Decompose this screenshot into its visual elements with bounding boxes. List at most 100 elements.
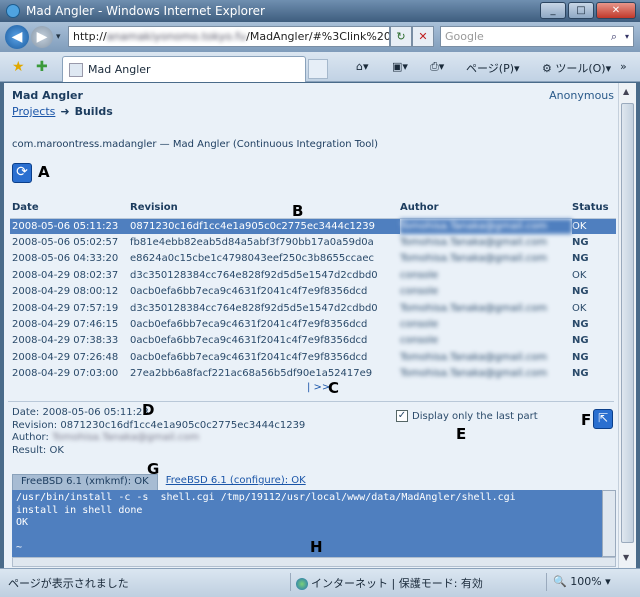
marker-a: A [38, 163, 50, 181]
scroll-down-icon[interactable]: ▼ [623, 553, 629, 562]
header-status[interactable]: Status [572, 198, 616, 219]
page-content: Mad Angler Anonymous Projects ➜ Builds c… [4, 83, 618, 568]
zoom-control[interactable]: 🔍 100% ▾ [553, 575, 611, 588]
cell-date: 2008-04-29 08:02:37 [12, 269, 119, 281]
window-title: Mad Angler - Windows Internet Explorer [26, 4, 265, 18]
refresh-builds-button[interactable]: ⟳ [12, 163, 32, 183]
header-author[interactable]: Author [400, 198, 572, 219]
table-row[interactable]: 2008-04-29 07:03:00 27ea2bb6a8facf221ac68… [10, 366, 616, 382]
cell-revision: d3c350128384cc764e828f92d5d5e1547d2cdbd0 [130, 302, 378, 314]
address-bar[interactable]: http:// anamakiyonomo.tokyo.fu /MadAngle… [68, 26, 390, 47]
cell-author: Tomohisa.Tanaka@gmail.com [400, 351, 548, 363]
cell-author: Tomohisa.Tanaka@gmail.com [400, 253, 548, 265]
print-icon[interactable]: ⎙▾ [430, 60, 444, 74]
app-name: Mad Angler [12, 89, 83, 102]
display-last-part-label: Display only the last part [412, 410, 538, 422]
close-window-button[interactable]: ✕ [596, 2, 636, 19]
chevron-right-icon[interactable]: » [620, 60, 627, 73]
pager-next-link[interactable]: | >> [307, 382, 330, 393]
breadcrumb-current: Builds [74, 105, 113, 118]
cell-author: Tomohisa.Tanaka@gmail.com [400, 237, 548, 249]
cell-revision: 0acb0efa6bb7eca9c4631f2041c4f7e9f8356dcd [130, 319, 368, 331]
popout-icon[interactable]: ⇱ [593, 409, 613, 429]
tab-mad-angler[interactable]: Mad Angler [62, 56, 306, 82]
home-icon[interactable]: ⌂▾ [356, 60, 369, 73]
status-bar: ページが表示されました インターネット | 保護モード: 有効 🔍 100% ▾ [0, 568, 640, 597]
forward-button[interactable]: ▶ [31, 26, 53, 48]
console-output[interactable]: /usr/bin/install -c -s shell.cgi /tmp/19… [12, 490, 602, 557]
favorites-star-icon[interactable]: ★ [12, 59, 25, 75]
build-detail: Date: 2008-05-06 05:11:23 Revision: 0871… [12, 407, 306, 456]
table-row[interactable]: 2008-04-29 07:57:19 d3c350128384cc764e828… [10, 300, 616, 316]
cell-status: NG [572, 351, 589, 363]
detail-result: OK [49, 444, 64, 456]
table-row[interactable]: 2008-04-29 07:38:33 0acb0efa6bb7eca9c4631… [10, 333, 616, 349]
page-favicon-icon [69, 62, 83, 77]
cell-status: NG [572, 335, 589, 347]
scroll-thumb[interactable] [621, 103, 634, 543]
cell-status: NG [572, 237, 589, 249]
marker-c: C [328, 379, 340, 397]
table-row[interactable]: 2008-04-29 07:26:48 0acb0efa6bb7eca9c4631… [10, 349, 616, 365]
maximize-button[interactable]: □ [568, 2, 594, 19]
breadcrumb-projects-link[interactable]: Projects [12, 105, 55, 118]
security-zone[interactable]: インターネット | 保護モード: 有効 [296, 575, 483, 591]
cell-author: console [400, 269, 439, 281]
marker-g: G [147, 460, 160, 478]
table-header-row: Date Revision Author Status [10, 198, 616, 219]
page-menu[interactable]: ページ(P)▾ [466, 60, 520, 76]
feeds-icon[interactable]: ▣▾ [392, 60, 408, 73]
project-title: com.maroontress.madangler — Mad Angler (… [12, 139, 379, 150]
table-row[interactable]: 2008-05-06 05:11:23 0871230c16df1cc4e1a90… [10, 218, 616, 235]
cell-revision: fb81e4ebb82eab5d84a5abf3f790bb17a0a59d0a [130, 237, 374, 249]
table-row[interactable]: 2008-04-29 07:46:15 0acb0efa6bb7eca9c4631… [10, 316, 616, 332]
cell-revision: 27ea2bb6a8facf221ac68a56b5df90e1a52417e9 [130, 368, 373, 380]
history-dropdown-icon[interactable]: ▾ [56, 32, 61, 42]
checkbox-check-icon[interactable]: ✓ [396, 410, 408, 422]
tab-label: Mad Angler [88, 63, 151, 76]
back-button[interactable]: ◀ [5, 25, 29, 49]
page-scrollbar[interactable]: ▲ ▼ [618, 83, 636, 568]
cell-author: Tomohisa.Tanaka@gmail.com [400, 368, 548, 380]
new-tab-button[interactable] [308, 59, 328, 79]
divider [8, 401, 614, 402]
tab-xmkmf[interactable]: FreeBSD 6.1 (xmkmf): OK [12, 474, 158, 490]
cell-status: NG [572, 253, 589, 265]
horizontal-scrollbar[interactable] [12, 557, 616, 567]
console-scrollbar[interactable] [602, 490, 616, 557]
table-row[interactable]: 2008-05-06 05:02:57 fb81e4ebb82eab5d84a5a… [10, 234, 616, 250]
add-favorite-icon[interactable]: ✚ [36, 59, 48, 75]
search-icon[interactable]: ⌕ [611, 27, 617, 46]
address-host: anamakiyonomo.tokyo.fu [106, 30, 247, 43]
header-revision[interactable]: Revision [130, 198, 400, 219]
cell-date: 2008-04-29 07:46:15 [12, 319, 119, 331]
header-date[interactable]: Date [10, 198, 130, 219]
stop-icon[interactable]: ✕ [412, 26, 434, 47]
cell-date: 2008-04-29 07:57:19 [12, 302, 119, 314]
scroll-up-icon[interactable]: ▲ [623, 87, 629, 96]
tools-menu[interactable]: ⚙ ツール(O)▾ [542, 60, 611, 76]
tab-configure[interactable]: FreeBSD 6.1 (configure): OK [158, 474, 314, 490]
marker-d: D [142, 401, 155, 419]
ie-logo-icon [6, 4, 20, 18]
cell-date: 2008-04-29 07:26:48 [12, 351, 119, 363]
breadcrumb: Projects ➜ Builds [12, 105, 113, 118]
table-row[interactable]: 2008-05-06 04:33:20 e8624a0c15cbe1c479804… [10, 251, 616, 267]
cell-date: 2008-05-06 05:02:57 [12, 237, 119, 249]
search-dropdown-icon[interactable]: ▾ [625, 27, 629, 46]
minimize-button[interactable]: _ [540, 2, 566, 19]
search-input[interactable]: Google ⌕ ▾ [440, 26, 634, 47]
table-row[interactable]: 2008-04-29 08:02:37 d3c350128384cc764e828… [10, 267, 616, 283]
address-toolbar: ◀ ▶ ▾ http:// anamakiyonomo.tokyo.fu /Ma… [0, 22, 640, 52]
window-titlebar: Mad Angler - Windows Internet Explorer _… [0, 0, 640, 22]
marker-e: E [456, 425, 467, 443]
display-last-part-checkbox[interactable]: ✓ Display only the last part [396, 410, 538, 422]
refresh-icon[interactable]: ↻ [390, 26, 412, 47]
console-line: install in shell done [16, 504, 143, 516]
globe-icon [296, 578, 308, 590]
address-path: /MadAngler/#%3Clink%20i [246, 30, 390, 43]
cell-author: console [400, 335, 439, 347]
result-tabs: FreeBSD 6.1 (xmkmf): OK FreeBSD 6.1 (con… [12, 474, 314, 490]
table-row[interactable]: 2008-04-29 08:00:12 0acb0efa6bb7eca9c4631… [10, 284, 616, 300]
